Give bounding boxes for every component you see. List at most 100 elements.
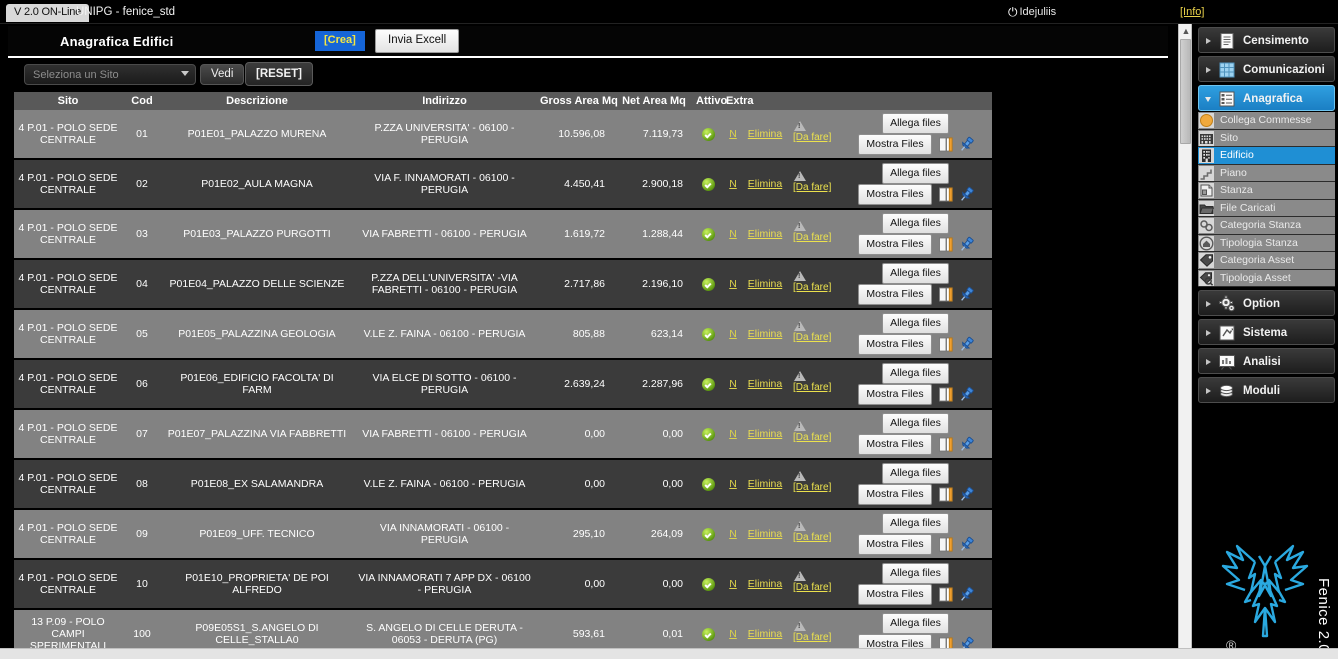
sidebar-item-stanza[interactable]: Stanza	[1198, 182, 1335, 200]
column-header-indirizzo[interactable]: Indirizzo	[352, 92, 537, 110]
show-files-button[interactable]: Mostra Files	[858, 384, 932, 405]
extra-flag-link[interactable]: N	[729, 478, 737, 490]
attach-files-button[interactable]: Allega files	[882, 563, 949, 584]
notebook-icon[interactable]	[938, 237, 954, 252]
create-button[interactable]: [Crea]	[315, 31, 365, 51]
delete-link[interactable]: Elimina	[748, 178, 782, 190]
show-files-button[interactable]: Mostra Files	[858, 434, 932, 455]
delete-link[interactable]: Elimina	[748, 478, 782, 490]
delete-link[interactable]: Elimina	[748, 328, 782, 340]
notebook-icon[interactable]	[938, 287, 954, 302]
todo-link[interactable]: [Da fare]	[793, 482, 831, 494]
table-row[interactable]: 4 P.01 - POLO SEDE CENTRALE 06 P01E06_EDIF…	[14, 359, 992, 409]
show-files-button[interactable]: Mostra Files	[858, 134, 932, 155]
attach-files-button[interactable]: Allega files	[882, 213, 949, 234]
notebook-icon[interactable]	[938, 187, 954, 202]
extra-flag-link[interactable]: N	[729, 628, 737, 640]
sidebar-item-sito[interactable]: Sito	[1198, 129, 1335, 147]
extra-flag-link[interactable]: N	[729, 528, 737, 540]
show-files-button[interactable]: Mostra Files	[858, 484, 932, 505]
column-header-descrizione[interactable]: Descrizione	[162, 92, 352, 110]
todo-link[interactable]: [Da fare]	[793, 132, 831, 144]
sidebar-group-comunicazioni[interactable]: Comunicazioni	[1198, 56, 1335, 82]
delete-link[interactable]: Elimina	[748, 578, 782, 590]
document-tab[interactable]: UNIPG - fenice_std	[76, 5, 175, 19]
sidebar-item-edificio[interactable]: Edificio	[1198, 147, 1335, 165]
attach-files-button[interactable]: Allega files	[882, 313, 949, 334]
extra-flag-link[interactable]: N	[729, 128, 737, 140]
todo-link[interactable]: [Da fare]	[793, 232, 831, 244]
show-files-button[interactable]: Mostra Files	[858, 284, 932, 305]
attach-files-button[interactable]: Allega files	[882, 463, 949, 484]
buildings-table-container[interactable]: Sito Cod Descrizione Indirizzo Gross Are…	[8, 92, 1168, 652]
pushpin-icon[interactable]	[958, 436, 975, 453]
export-excel-button[interactable]: Invia Excell	[375, 29, 460, 53]
show-files-button[interactable]: Mostra Files	[858, 184, 932, 205]
extra-flag-link[interactable]: N	[729, 378, 737, 390]
notebook-icon[interactable]	[938, 487, 954, 502]
sidebar-group-censimento[interactable]: Censimento	[1198, 27, 1335, 53]
attach-files-button[interactable]: Allega files	[882, 163, 949, 184]
sidebar-scrollbar[interactable]: ▲ ▼	[1178, 24, 1192, 659]
notebook-icon[interactable]	[938, 437, 954, 452]
table-row[interactable]: 4 P.01 - POLO SEDE CENTRALE 07 P01E07_PALA…	[14, 409, 992, 459]
table-row[interactable]: 4 P.01 - POLO SEDE CENTRALE 09 P01E09_UFF.…	[14, 509, 992, 559]
info-link[interactable]: [Info]	[1180, 6, 1204, 19]
sidebar-group-anagrafica[interactable]: Anagrafica	[1198, 85, 1335, 111]
sidebar-item-collega-commesse[interactable]: Collega Commesse	[1198, 112, 1335, 130]
pushpin-icon[interactable]	[958, 236, 975, 253]
delete-link[interactable]: Elimina	[748, 378, 782, 390]
extra-flag-link[interactable]: N	[729, 578, 737, 590]
todo-link[interactable]: [Da fare]	[793, 182, 831, 194]
site-select[interactable]: Seleziona un Sito	[24, 64, 196, 85]
delete-link[interactable]: Elimina	[748, 528, 782, 540]
notebook-icon[interactable]	[938, 387, 954, 402]
table-row[interactable]: 4 P.01 - POLO SEDE CENTRALE 01 P01E01_PALA…	[14, 110, 992, 159]
sidebar-item-tipologia-stanza[interactable]: Tipologia Stanza	[1198, 234, 1335, 252]
notebook-icon[interactable]	[938, 537, 954, 552]
power-icon[interactable]: ⏻	[1008, 6, 1018, 19]
table-row[interactable]: 4 P.01 - POLO SEDE CENTRALE 05 P01E05_PALA…	[14, 309, 992, 359]
notebook-icon[interactable]	[938, 137, 954, 152]
extra-flag-link[interactable]: N	[729, 228, 737, 240]
column-header-gross-area[interactable]: Gross Area Mq	[537, 92, 618, 110]
attach-files-button[interactable]: Allega files	[882, 413, 949, 434]
attach-files-button[interactable]: Allega files	[882, 363, 949, 384]
delete-link[interactable]: Elimina	[748, 128, 782, 140]
notebook-icon[interactable]	[938, 587, 954, 602]
sidebar-item-categoria-stanza[interactable]: Categoria Stanza	[1198, 217, 1335, 235]
table-row[interactable]: 13 P.09 - POLO CAMPI SPERIMENTALI 100 P09E…	[14, 609, 992, 652]
todo-link[interactable]: [Da fare]	[793, 282, 831, 294]
show-files-button[interactable]: Mostra Files	[858, 234, 932, 255]
todo-link[interactable]: [Da fare]	[793, 432, 831, 444]
sidebar-group-option[interactable]: Option	[1198, 290, 1335, 316]
sidebar-group-analisi[interactable]: Analisi	[1198, 348, 1335, 374]
attach-files-button[interactable]: Allega files	[882, 613, 949, 634]
attach-files-button[interactable]: Allega files	[882, 263, 949, 284]
delete-link[interactable]: Elimina	[748, 628, 782, 640]
table-row[interactable]: 4 P.01 - POLO SEDE CENTRALE 10 P01E10_PROP…	[14, 559, 992, 609]
todo-link[interactable]: [Da fare]	[793, 532, 831, 544]
extra-flag-link[interactable]: N	[729, 428, 737, 440]
pushpin-icon[interactable]	[958, 586, 975, 603]
pushpin-icon[interactable]	[958, 186, 975, 203]
todo-link[interactable]: [Da fare]	[793, 332, 831, 344]
delete-link[interactable]: Elimina	[748, 278, 782, 290]
extra-flag-link[interactable]: N	[729, 278, 737, 290]
todo-link[interactable]: [Da fare]	[793, 632, 831, 644]
column-header-extra[interactable]: Extra	[723, 92, 754, 110]
table-row[interactable]: 4 P.01 - POLO SEDE CENTRALE 08 P01E08_EX S…	[14, 459, 992, 509]
sidebar-group-sistema[interactable]: Sistema	[1198, 319, 1335, 345]
pushpin-icon[interactable]	[958, 136, 975, 153]
reset-button[interactable]: [RESET]	[245, 62, 313, 86]
column-header-sito[interactable]: Sito	[14, 92, 122, 110]
column-header-cod[interactable]: Cod	[122, 92, 162, 110]
pushpin-icon[interactable]	[958, 336, 975, 353]
notebook-icon[interactable]	[938, 337, 954, 352]
extra-flag-link[interactable]: N	[729, 328, 737, 340]
show-files-button[interactable]: Mostra Files	[858, 534, 932, 555]
scroll-up-icon[interactable]: ▲	[1179, 24, 1193, 38]
delete-link[interactable]: Elimina	[748, 228, 782, 240]
pushpin-icon[interactable]	[958, 486, 975, 503]
sidebar-scrollbar-thumb[interactable]	[1180, 39, 1191, 144]
